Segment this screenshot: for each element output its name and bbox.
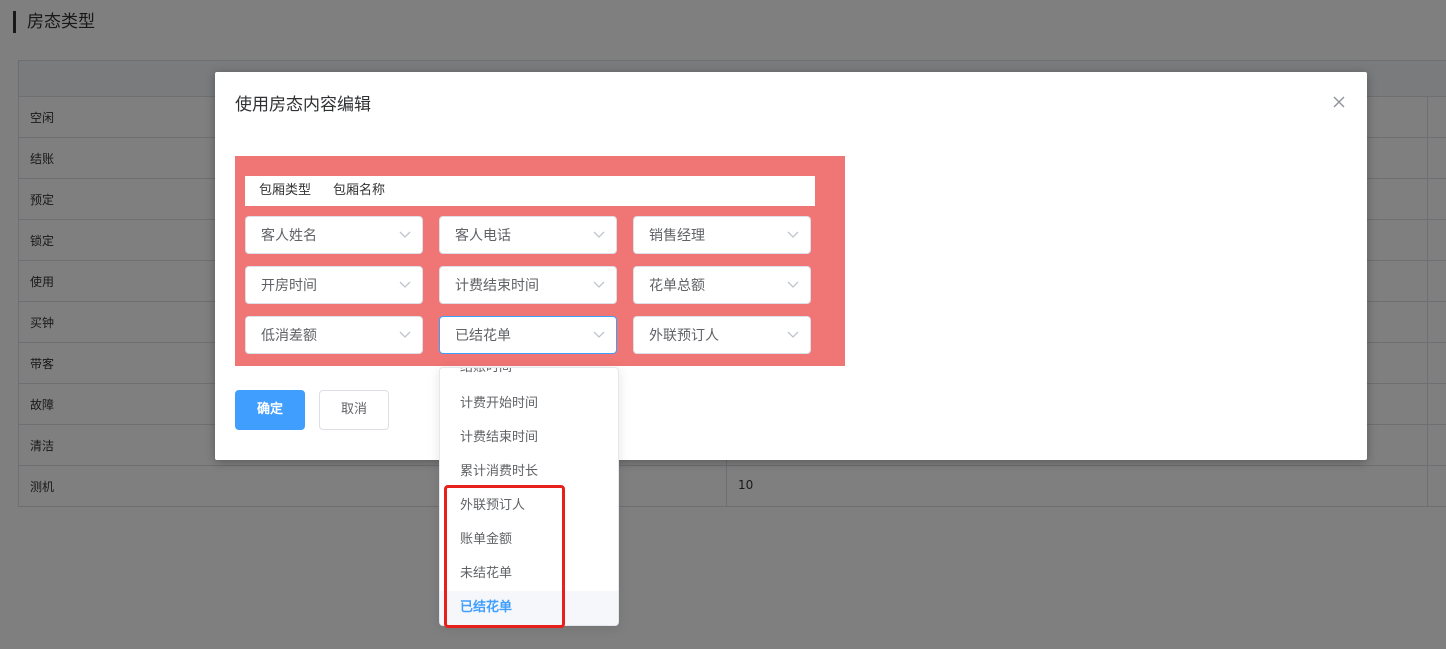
select-field-active[interactable]: 已结花单 xyxy=(439,316,617,354)
select-field[interactable]: 外联预订人 xyxy=(633,316,811,354)
dropdown-option[interactable]: 累计消费时长 xyxy=(440,455,618,489)
chevron-down-icon xyxy=(399,231,411,238)
select-field[interactable]: 客人姓名 xyxy=(245,216,423,254)
select-field[interactable]: 销售经理 xyxy=(633,216,811,254)
chevron-down-icon xyxy=(399,331,411,338)
annotation-highlight-box xyxy=(444,485,565,628)
chevron-down-icon xyxy=(399,281,411,288)
chevron-down-icon xyxy=(787,331,799,338)
dropdown-option[interactable]: 计费结束时间 xyxy=(440,421,618,455)
room-name-bar: 包厢类型 包厢名称 xyxy=(245,176,815,206)
select-field[interactable]: 花单总额 xyxy=(633,266,811,304)
chevron-down-icon xyxy=(593,281,605,288)
room-type-label: 包厢类型 xyxy=(259,183,312,198)
cancel-button[interactable]: 取消 xyxy=(319,390,389,430)
select-field[interactable]: 客人电话 xyxy=(439,216,617,254)
chevron-down-icon xyxy=(593,231,605,238)
close-icon[interactable] xyxy=(1331,94,1347,110)
dropdown-option[interactable]: 结账时间 xyxy=(440,368,618,385)
dialog-title: 使用房态内容编辑 xyxy=(235,95,371,115)
chevron-down-icon xyxy=(787,281,799,288)
select-field[interactable]: 计费结束时间 xyxy=(439,266,617,304)
select-field[interactable]: 低消差额 xyxy=(245,316,423,354)
chevron-down-icon xyxy=(787,231,799,238)
edit-dialog: 使用房态内容编辑 包厢类型 包厢名称 客人姓名 客人电话 销售经理 开房时间 计… xyxy=(215,72,1367,460)
dropdown-option[interactable]: 计费开始时间 xyxy=(440,387,618,421)
select-field[interactable]: 开房时间 xyxy=(245,266,423,304)
chevron-down-icon xyxy=(593,331,605,338)
confirm-button[interactable]: 确定 xyxy=(235,390,305,430)
content-panel: 包厢类型 包厢名称 客人姓名 客人电话 销售经理 开房时间 计费结束时间 花单总… xyxy=(235,156,845,366)
room-name-label: 包厢名称 xyxy=(333,183,386,198)
